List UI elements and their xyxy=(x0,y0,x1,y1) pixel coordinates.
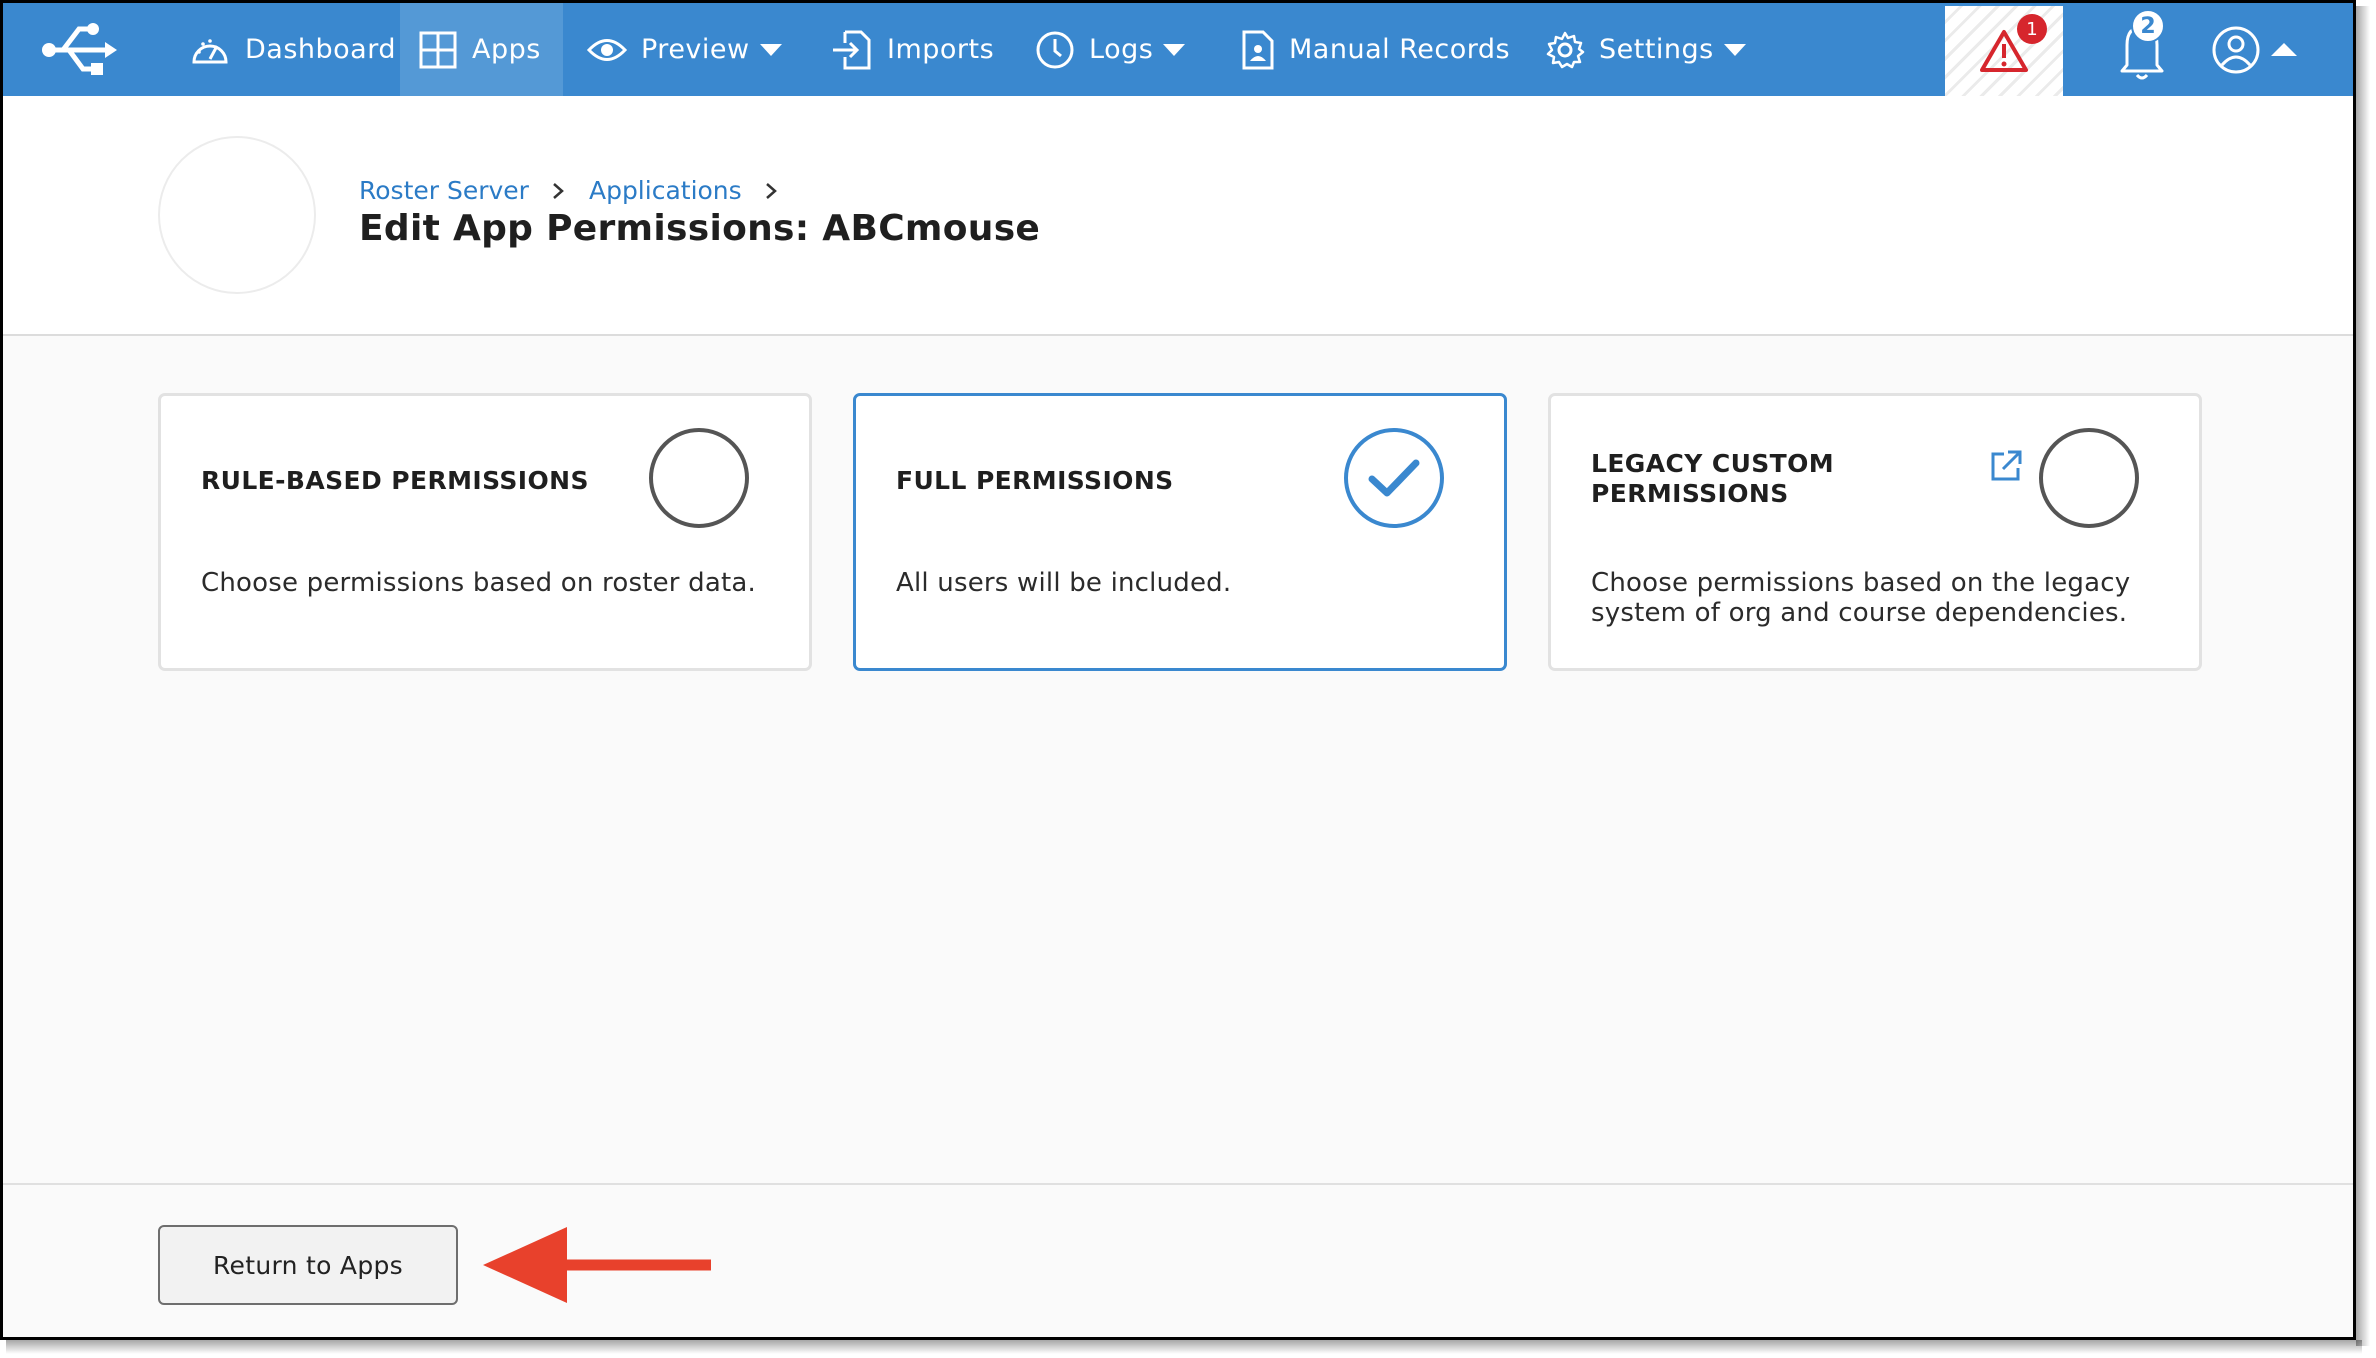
nav-logs-label: Logs xyxy=(1089,34,1154,65)
chevron-down-icon xyxy=(759,43,782,56)
window-shadow xyxy=(6,1340,2362,1354)
nav-manual-records-label: Manual Records xyxy=(1289,34,1511,65)
clock-icon xyxy=(1036,31,1074,68)
chevron-down-icon xyxy=(1723,43,1746,56)
card-legacy-custom-permissions[interactable]: LEGACY CUSTOM PERMISSIONS Choose permiss… xyxy=(1548,393,2202,671)
card-title: RULE-BASED PERMISSIONS xyxy=(201,466,589,495)
chevron-down-icon xyxy=(1163,43,1186,56)
nav-apps[interactable]: Apps xyxy=(400,3,563,96)
return-to-apps-button[interactable]: Return to Apps xyxy=(158,1225,458,1305)
nav-settings[interactable]: Settings xyxy=(1545,3,1746,96)
app-logo-placeholder xyxy=(158,136,316,294)
nav-manual-records[interactable]: Manual Records xyxy=(1241,3,1510,96)
radio-unchecked-icon[interactable] xyxy=(2039,428,2139,528)
card-title-line: PERMISSIONS xyxy=(1591,479,1789,508)
chevron-right-icon xyxy=(765,182,777,199)
external-link-icon[interactable] xyxy=(1988,448,2024,484)
nav-preview[interactable]: Preview xyxy=(587,3,782,96)
card-rule-based-permissions[interactable]: RULE-BASED PERMISSIONS Choose permission… xyxy=(158,393,812,671)
card-title: LEGACY CUSTOM PERMISSIONS xyxy=(1591,449,1834,509)
user-avatar-icon xyxy=(2212,26,2260,73)
document-user-icon xyxy=(1242,30,1274,69)
card-description: All users will be included. xyxy=(896,568,1232,598)
notification-count-badge: 2 xyxy=(2131,9,2165,43)
apps-grid-icon xyxy=(419,31,457,68)
card-title-line: LEGACY CUSTOM xyxy=(1591,449,1835,478)
chevron-up-icon xyxy=(2271,43,2297,56)
page-title: Edit App Permissions: ABCmouse xyxy=(359,208,1041,249)
card-full-permissions[interactable]: FULL PERMISSIONS All users will be inclu… xyxy=(853,393,1507,671)
card-description: Choose permissions based on the legacy s… xyxy=(1591,568,2130,628)
radio-checked-icon[interactable] xyxy=(1344,428,1444,528)
card-description-line: system of org and course dependencies. xyxy=(1591,598,2128,628)
import-icon xyxy=(833,30,871,69)
alert-count-badge: 1 xyxy=(2017,14,2047,44)
breadcrumb-roster-server[interactable]: Roster Server xyxy=(359,176,529,205)
nav-dashboard[interactable]: Dashboard xyxy=(175,3,410,96)
page-header: Roster Server Applications Edit App Perm… xyxy=(3,96,2353,336)
nav-settings-label: Settings xyxy=(1599,34,1714,65)
breadcrumb: Roster Server Applications xyxy=(359,176,802,205)
nav-imports-label: Imports xyxy=(887,34,995,65)
footer: Return to Apps xyxy=(3,1183,2353,1337)
card-description: Choose permissions based on roster data. xyxy=(201,568,756,598)
logo-icon[interactable] xyxy=(39,17,119,83)
card-title: FULL PERMISSIONS xyxy=(896,466,1174,495)
nav-imports[interactable]: Imports xyxy=(831,3,994,96)
nav-preview-label: Preview xyxy=(641,34,750,65)
eye-icon xyxy=(587,38,627,61)
checkmark-icon xyxy=(1368,459,1420,497)
radio-unchecked-icon[interactable] xyxy=(649,428,749,528)
nav-apps-label: Apps xyxy=(472,34,541,65)
app-window: Dashboard Apps Preview Imports Logs Manu… xyxy=(0,0,2356,1340)
nav-logs[interactable]: Logs xyxy=(1035,3,1186,96)
window-shadow xyxy=(2356,6,2370,1346)
alerts-button[interactable]: 1 xyxy=(1945,6,2063,96)
user-menu[interactable] xyxy=(2211,3,2311,96)
red-arrow-annotation-icon xyxy=(483,1227,711,1303)
nav-dashboard-label: Dashboard xyxy=(245,34,396,65)
top-navigation-bar: Dashboard Apps Preview Imports Logs Manu… xyxy=(3,3,2353,96)
chevron-right-icon xyxy=(553,182,564,199)
card-description-line: Choose permissions based on the legacy xyxy=(1591,568,2131,598)
breadcrumb-applications[interactable]: Applications xyxy=(589,176,742,205)
gear-icon xyxy=(1546,31,1585,68)
dashboard-gauge-icon xyxy=(192,38,228,63)
